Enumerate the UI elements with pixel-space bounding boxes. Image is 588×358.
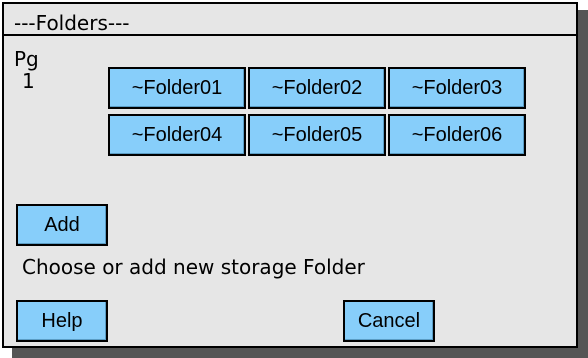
help-button[interactable]: Help <box>16 300 108 342</box>
page-number: 1 <box>22 69 35 93</box>
cancel-button[interactable]: Cancel <box>343 300 435 342</box>
folder-button-01[interactable]: ~Folder01 <box>108 67 246 109</box>
folder-button-02[interactable]: ~Folder02 <box>248 67 386 109</box>
title-divider <box>4 34 576 36</box>
page-label: Pg <box>14 47 39 71</box>
folder-button-05[interactable]: ~Folder05 <box>248 114 386 156</box>
dialog-title: ---Folders--- <box>14 11 130 35</box>
folder-button-06[interactable]: ~Folder06 <box>388 114 526 156</box>
folder-button-04[interactable]: ~Folder04 <box>108 114 246 156</box>
folders-dialog: ---Folders--- Pg 1 ~Folder01 ~Folder02 ~… <box>2 2 578 348</box>
folder-button-03[interactable]: ~Folder03 <box>388 67 526 109</box>
instruction-text: Choose or add new storage Folder <box>22 255 365 279</box>
add-folder-button[interactable]: Add <box>16 204 108 246</box>
